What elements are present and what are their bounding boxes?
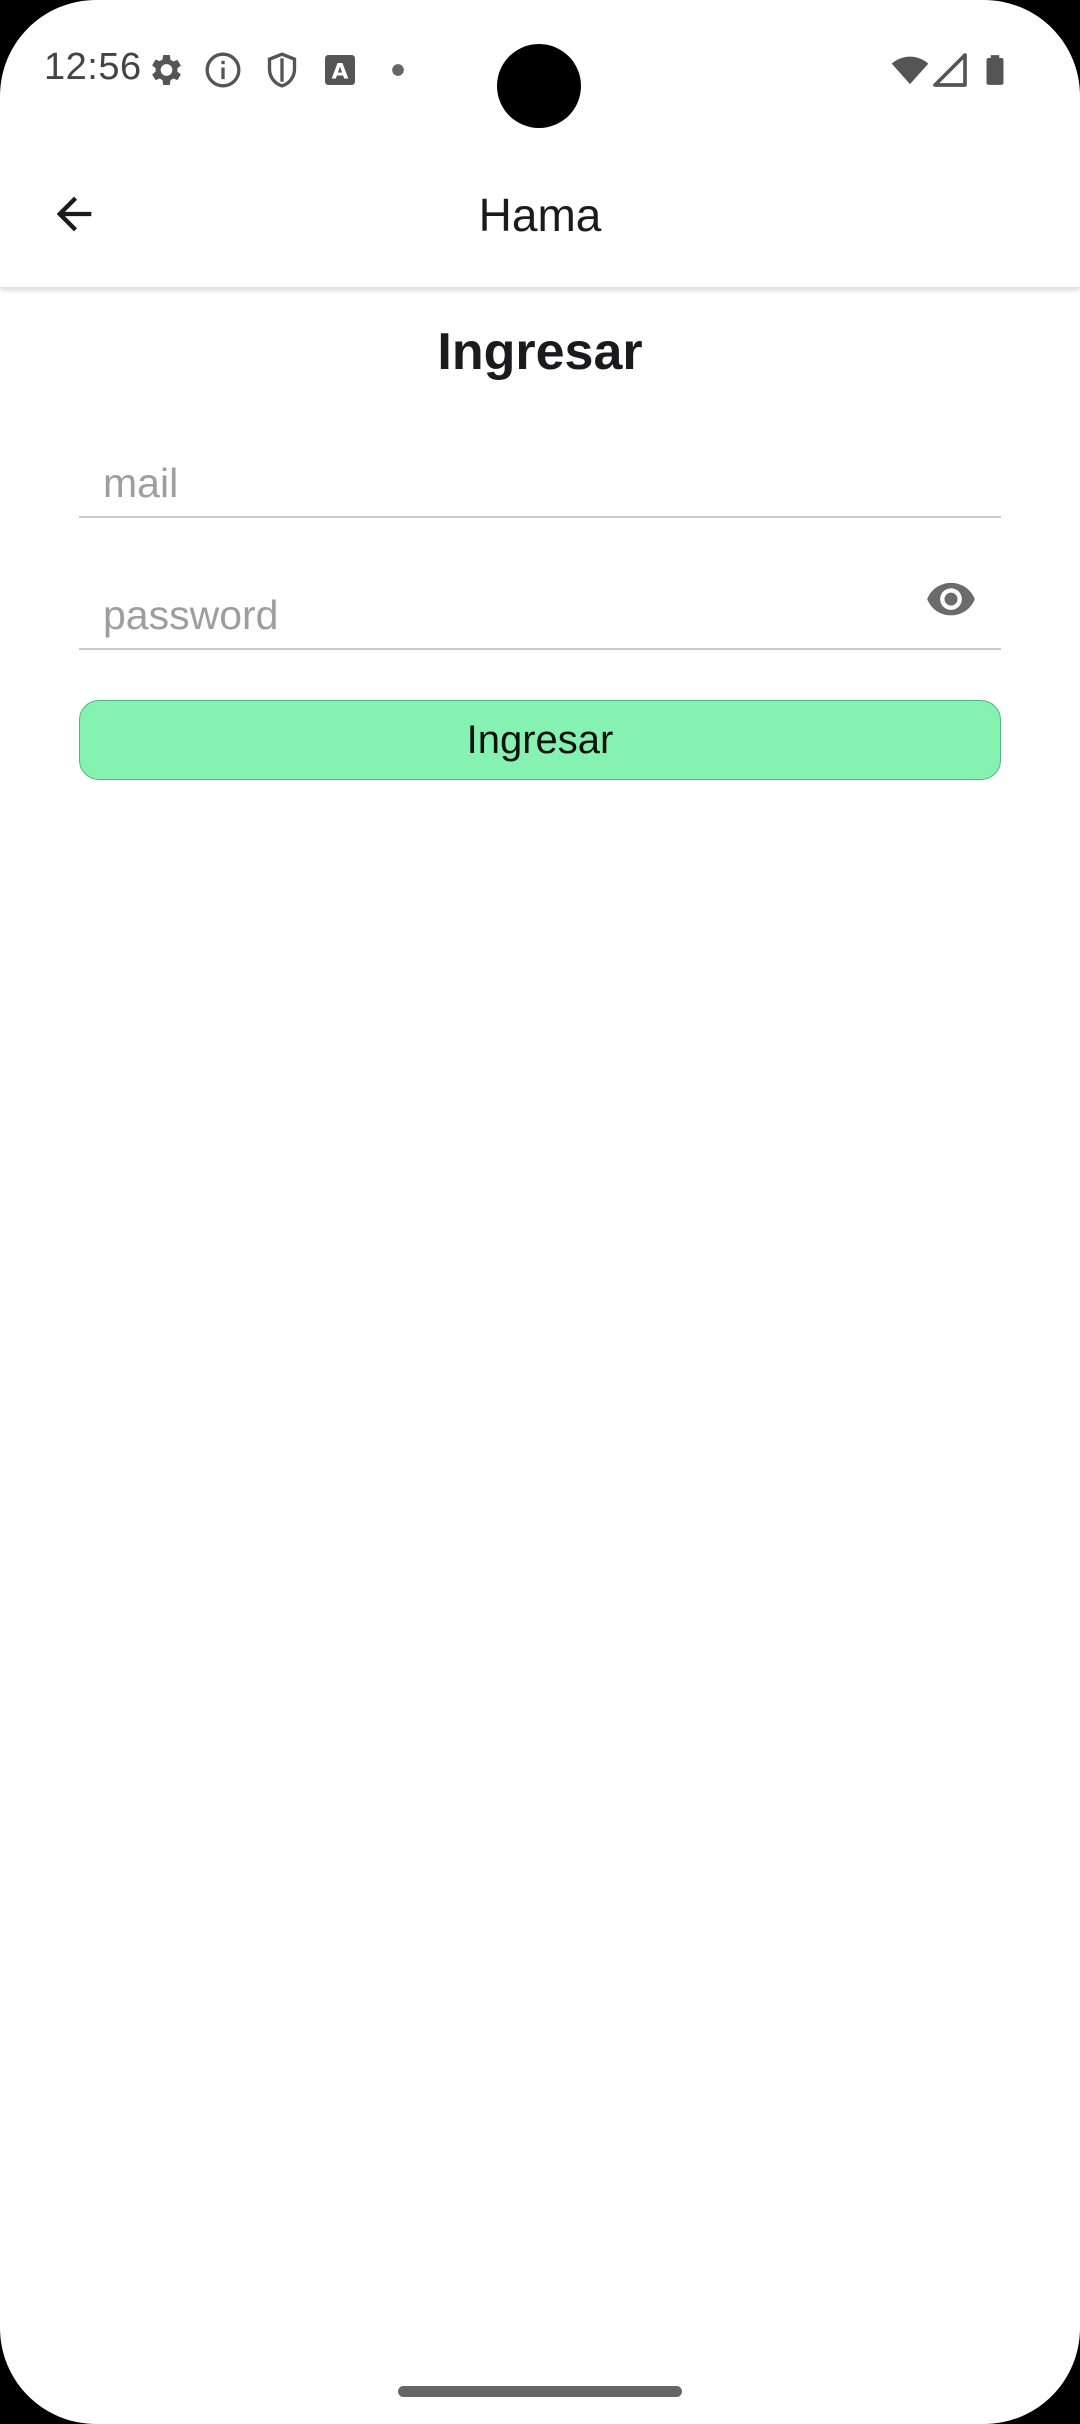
info-icon bbox=[205, 52, 241, 88]
home-indicator[interactable] bbox=[398, 2386, 682, 2397]
shield-icon bbox=[267, 52, 297, 88]
app-bar: Hama bbox=[0, 140, 1080, 288]
gear-icon bbox=[152, 55, 181, 85]
password-field[interactable] bbox=[79, 564, 1001, 648]
app-title: Hama bbox=[478, 189, 602, 241]
svg-text:A: A bbox=[332, 59, 349, 84]
camera-cutout bbox=[497, 44, 581, 128]
wifi-icon bbox=[891, 56, 929, 85]
email-field-container bbox=[79, 432, 1001, 518]
login-button[interactable]: Ingresar bbox=[79, 700, 1001, 780]
text-a-icon: A bbox=[325, 55, 355, 85]
eye-icon bbox=[927, 582, 975, 616]
cellular-signal-icon bbox=[933, 53, 967, 87]
status-time: 12:56 bbox=[44, 46, 142, 88]
phone-screen: 12:56 A Hama Ingresar mail Ingresar bbox=[0, 0, 1080, 2424]
dot-icon bbox=[392, 64, 404, 76]
toggle-password-visibility-button[interactable] bbox=[923, 570, 979, 626]
email-field[interactable] bbox=[79, 432, 1001, 516]
battery-icon bbox=[986, 55, 1004, 85]
page-heading: Ingresar bbox=[437, 323, 643, 381]
password-field-container bbox=[79, 564, 1001, 650]
status-bar: 12:56 A bbox=[0, 0, 1080, 140]
